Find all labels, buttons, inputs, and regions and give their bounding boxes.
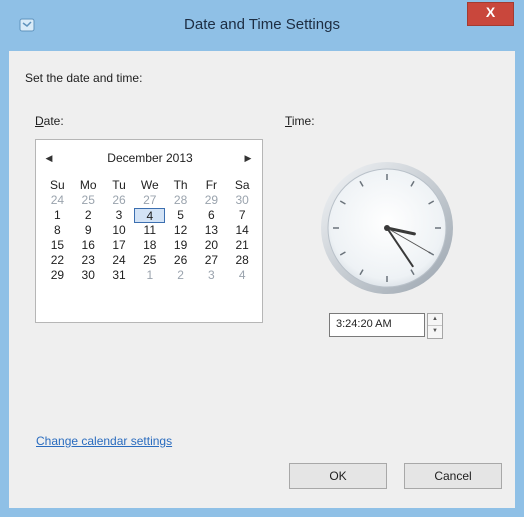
calendar-day[interactable]: 19 bbox=[165, 238, 196, 253]
time-label-rest: ime: bbox=[291, 114, 315, 128]
calendar-day[interactable]: 22 bbox=[42, 253, 73, 268]
calendar-day[interactable]: 2 bbox=[165, 268, 196, 283]
calendar-day[interactable]: 25 bbox=[134, 253, 165, 268]
close-icon: X bbox=[485, 4, 496, 20]
date-label-accelerator: D bbox=[35, 114, 44, 128]
spin-down-icon[interactable]: ▼ bbox=[428, 326, 442, 337]
calendar-day[interactable]: 6 bbox=[196, 208, 227, 223]
calendar-day[interactable]: 15 bbox=[42, 238, 73, 253]
calendar-day-headers: Su Mo Tu We Th Fr Sa bbox=[42, 178, 258, 193]
calendar-day[interactable]: 10 bbox=[104, 223, 135, 238]
date-label: Date: bbox=[35, 114, 64, 128]
calendar-day[interactable]: 8 bbox=[42, 223, 73, 238]
cancel-button[interactable]: Cancel bbox=[404, 463, 502, 489]
calendar-day[interactable]: 30 bbox=[73, 268, 104, 283]
calendar-control[interactable]: ◀ December 2013 ▶ Su Mo Tu We Th Fr Sa 2… bbox=[35, 139, 263, 323]
calendar-day[interactable]: 14 bbox=[227, 223, 258, 238]
calendar-day[interactable]: 28 bbox=[165, 193, 196, 208]
calendar-week: 15 16 17 18 19 20 21 bbox=[42, 238, 258, 253]
date-time-settings-window: Date and Time Settings X Set the date an… bbox=[0, 0, 524, 517]
ok-button[interactable]: OK bbox=[289, 463, 387, 489]
calendar-day[interactable]: 23 bbox=[73, 253, 104, 268]
calendar-day[interactable]: 27 bbox=[196, 253, 227, 268]
time-label: Time: bbox=[285, 114, 315, 128]
date-label-rest: ate: bbox=[43, 114, 64, 128]
calendar-day[interactable]: 26 bbox=[165, 253, 196, 268]
previous-month-icon[interactable]: ◀ bbox=[41, 150, 57, 166]
change-calendar-settings-link[interactable]: Change calendar settings bbox=[36, 434, 172, 448]
calendar-day[interactable]: 29 bbox=[196, 193, 227, 208]
calendar-day[interactable]: 3 bbox=[196, 268, 227, 283]
calendar-week: 8 9 10 11 12 13 14 bbox=[42, 223, 258, 238]
calendar-day[interactable]: 1 bbox=[134, 268, 165, 283]
calendar-day[interactable]: 7 bbox=[227, 208, 258, 223]
calendar-day[interactable]: 5 bbox=[165, 208, 196, 223]
clock-center bbox=[384, 225, 390, 231]
dialog-content: Set the date and time: Date: ◀ December … bbox=[9, 51, 515, 508]
calendar-day[interactable]: 24 bbox=[42, 193, 73, 208]
day-header: Th bbox=[173, 178, 188, 192]
calendar-day[interactable]: 3 bbox=[104, 208, 135, 223]
calendar-day-selected[interactable]: 4 bbox=[134, 208, 166, 223]
calendar-day[interactable]: 31 bbox=[104, 268, 135, 283]
calendar-day[interactable]: 2 bbox=[73, 208, 104, 223]
day-header: Sa bbox=[234, 178, 250, 192]
day-header: Su bbox=[50, 178, 65, 192]
calendar-week: 1 2 3 4 5 6 7 bbox=[42, 208, 258, 223]
calendar-day[interactable]: 25 bbox=[73, 193, 104, 208]
day-header: Mo bbox=[79, 178, 97, 192]
calendar-day[interactable]: 20 bbox=[196, 238, 227, 253]
calendar-day[interactable]: 30 bbox=[227, 193, 258, 208]
time-input[interactable]: 3:24:20 AM bbox=[329, 313, 425, 337]
calendar-day[interactable]: 17 bbox=[104, 238, 135, 253]
calendar-day[interactable]: 26 bbox=[104, 193, 135, 208]
day-header: Fr bbox=[205, 178, 218, 192]
day-header: We bbox=[140, 178, 159, 192]
calendar-day[interactable]: 18 bbox=[134, 238, 165, 253]
calendar-grid: Su Mo Tu We Th Fr Sa 24 25 26 27 28 29 3… bbox=[42, 178, 258, 283]
title-bar[interactable]: Date and Time Settings X bbox=[1, 1, 523, 51]
calendar-day[interactable]: 24 bbox=[104, 253, 135, 268]
window-title: Date and Time Settings bbox=[184, 16, 340, 33]
time-value: 3:24:20 AM bbox=[336, 318, 392, 330]
calendar-day[interactable]: 21 bbox=[227, 238, 258, 253]
next-month-icon[interactable]: ▶ bbox=[240, 150, 256, 166]
calendar-day[interactable]: 29 bbox=[42, 268, 73, 283]
calendar-week: 24 25 26 27 28 29 30 bbox=[42, 193, 258, 208]
calendar-day[interactable]: 16 bbox=[73, 238, 104, 253]
calendar-week: 29 30 31 1 2 3 4 bbox=[42, 268, 258, 283]
time-label-accelerator: T bbox=[285, 114, 292, 128]
time-spinner[interactable]: ▲ ▼ bbox=[427, 313, 443, 339]
calendar-day[interactable]: 12 bbox=[165, 223, 196, 238]
calendar-day[interactable]: 4 bbox=[227, 268, 258, 283]
calendar-day[interactable]: 9 bbox=[73, 223, 104, 238]
analog-clock bbox=[321, 162, 453, 294]
instructions-text: Set the date and time: bbox=[25, 71, 143, 85]
calendar-month-year[interactable]: December 2013 bbox=[66, 151, 234, 165]
calendar-day[interactable]: 28 bbox=[227, 253, 258, 268]
day-header: Tu bbox=[112, 178, 126, 192]
calendar-week: 22 23 24 25 26 27 28 bbox=[42, 253, 258, 268]
calendar-day[interactable]: 11 bbox=[134, 223, 165, 238]
calendar-day[interactable]: 27 bbox=[134, 193, 165, 208]
close-button[interactable]: X bbox=[467, 2, 514, 26]
calendar-day[interactable]: 13 bbox=[196, 223, 227, 238]
spin-up-icon[interactable]: ▲ bbox=[428, 314, 442, 326]
calendar-day[interactable]: 1 bbox=[42, 208, 73, 223]
